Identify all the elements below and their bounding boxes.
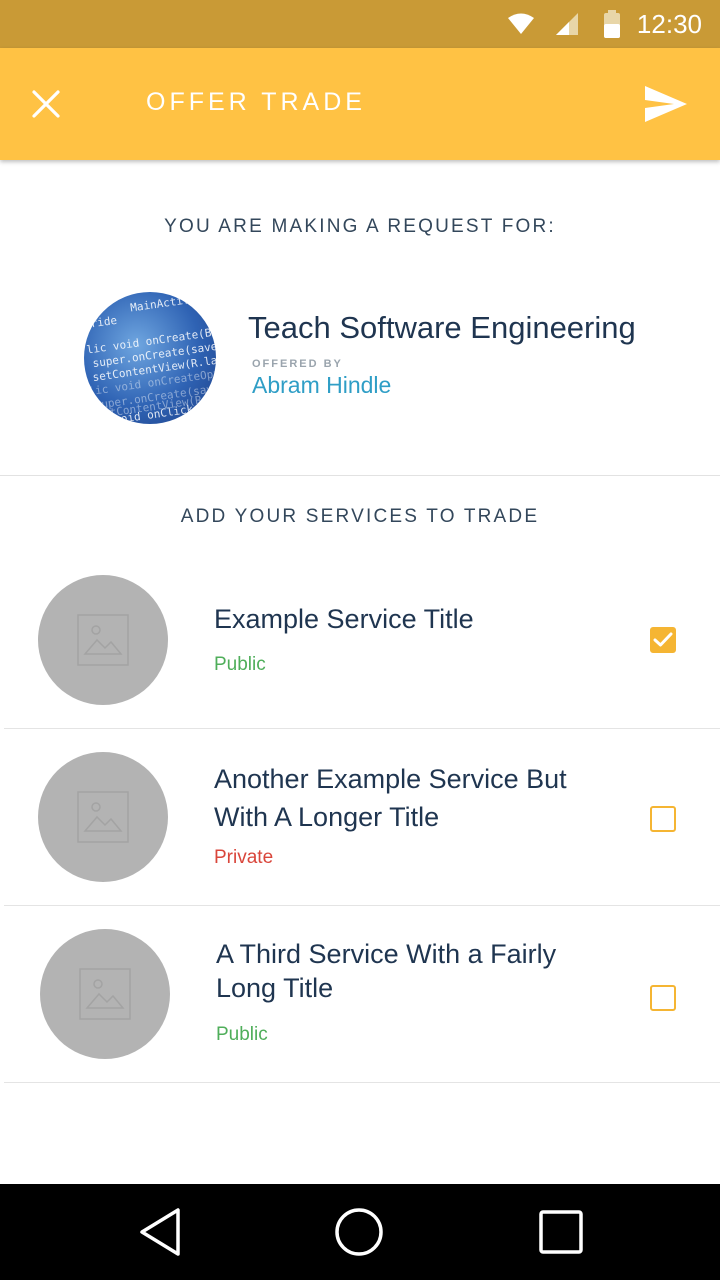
service-title: Another Example Service But With A Longe… — [214, 764, 567, 832]
page-title: OFFER TRADE — [146, 88, 366, 116]
image-placeholder-icon — [77, 791, 129, 843]
requested-service-image: MainActivity rride lic void onCreate(Bun… — [84, 292, 216, 424]
service-thumbnail — [38, 575, 168, 705]
service-checkbox[interactable] — [650, 627, 676, 653]
offered-by-name[interactable]: Abram Hindle — [252, 372, 391, 399]
service-list-item[interactable]: Example Service Title Public — [4, 552, 720, 729]
close-button[interactable] — [22, 80, 70, 128]
status-time: 12:30 — [636, 8, 702, 39]
service-title: A Third Service With a Fairly Long Title — [216, 939, 557, 1003]
recents-icon — [538, 1209, 584, 1255]
service-checkbox[interactable] — [650, 806, 676, 832]
service-thumbnail — [38, 752, 168, 882]
services-heading: ADD YOUR SERVICES TO TRADE — [180, 506, 540, 527]
battery-icon — [603, 10, 621, 38]
service-visibility: Private — [214, 847, 274, 868]
navigation-bar — [0, 1184, 720, 1280]
service-list-item[interactable]: A Third Service With a Fairly Long Title… — [4, 906, 720, 1083]
image-placeholder-icon — [77, 614, 129, 666]
service-list-item[interactable]: Another Example Service But With A Longe… — [4, 729, 720, 906]
requested-service[interactable]: MainActivity rride lic void onCreate(Bun… — [84, 290, 684, 426]
service-title: Example Service Title — [214, 604, 474, 634]
request-heading: YOU ARE MAKING A REQUEST FOR: — [164, 216, 556, 237]
cell-signal-icon — [555, 12, 579, 36]
send-button[interactable] — [640, 78, 692, 130]
back-icon — [138, 1207, 182, 1257]
service-visibility: Public — [214, 654, 266, 675]
requested-service-title: Teach Software Engineering — [248, 310, 636, 345]
image-code-line: MainActivity — [129, 292, 211, 315]
status-icons: 12:30 — [507, 0, 702, 48]
section-divider — [0, 475, 720, 476]
image-placeholder-icon — [79, 968, 131, 1020]
offered-by-label: OFFERED BY — [252, 358, 343, 370]
send-icon — [644, 85, 688, 123]
checkmark-icon — [653, 632, 673, 648]
image-code-line: rride — [84, 313, 118, 332]
status-bar: 12:30 — [0, 0, 720, 48]
home-button[interactable] — [331, 1204, 387, 1260]
wifi-icon — [507, 13, 535, 35]
recents-button[interactable] — [533, 1204, 589, 1260]
home-icon — [333, 1206, 385, 1258]
service-thumbnail — [40, 929, 170, 1059]
close-icon — [31, 89, 61, 119]
app-bar: OFFER TRADE — [0, 48, 720, 160]
back-button[interactable] — [132, 1204, 188, 1260]
service-visibility: Public — [216, 1024, 268, 1045]
service-checkbox[interactable] — [650, 985, 676, 1011]
